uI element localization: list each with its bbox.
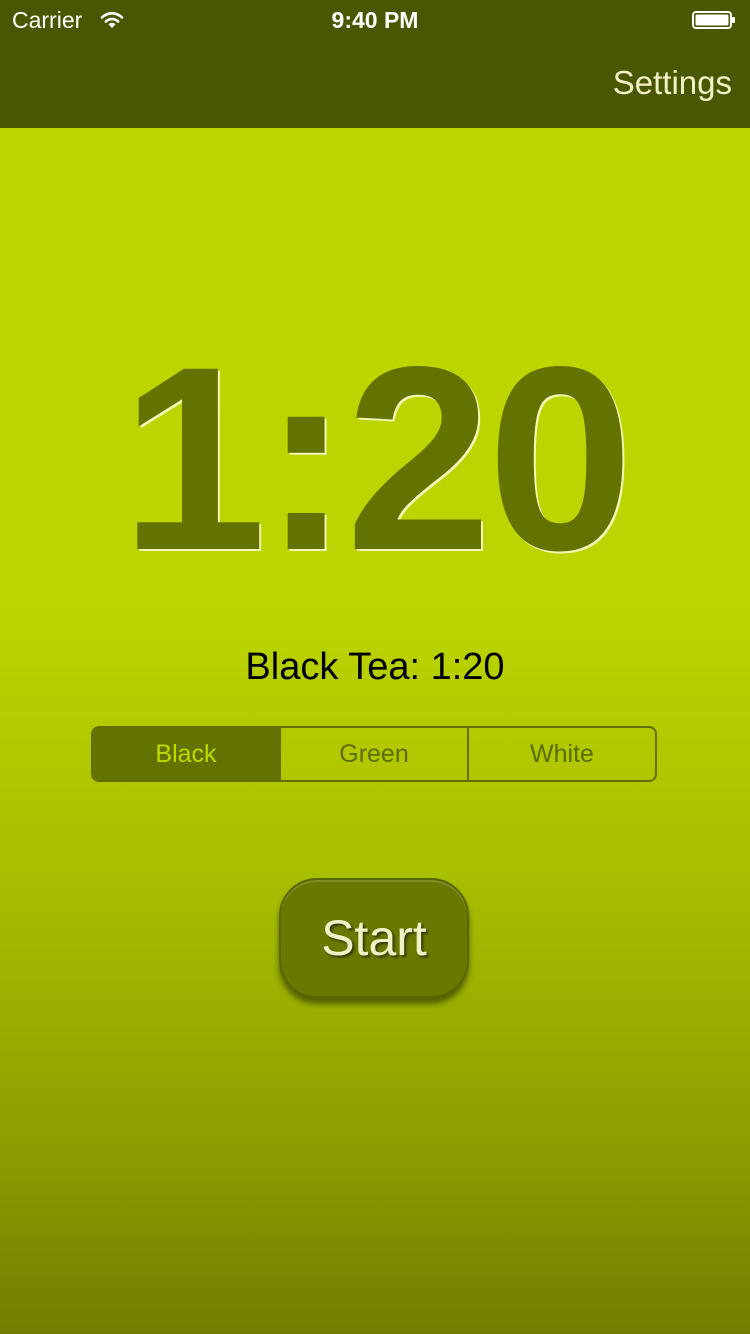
- tea-timer-screen: Carrier 9:40 PM Settings 1:20 Black Tea:…: [0, 0, 750, 1334]
- tea-time-label: Black Tea: 1:20: [245, 646, 505, 688]
- status-bar: Carrier 9:40 PM: [0, 0, 750, 40]
- status-time: 9:40 PM: [331, 7, 419, 33]
- settings-button[interactable]: Settings: [613, 64, 732, 102]
- segment-black[interactable]: Black: [93, 728, 281, 780]
- navigation-bar: Carrier 9:40 PM Settings: [0, 0, 750, 128]
- timer-display: 1:20: [120, 312, 633, 605]
- tea-type-segmented-control: Black Green White: [91, 726, 657, 782]
- segment-green[interactable]: Green: [281, 728, 469, 780]
- battery-icon: [692, 11, 735, 29]
- start-button[interactable]: Start: [279, 878, 469, 998]
- segment-white[interactable]: White: [469, 728, 655, 780]
